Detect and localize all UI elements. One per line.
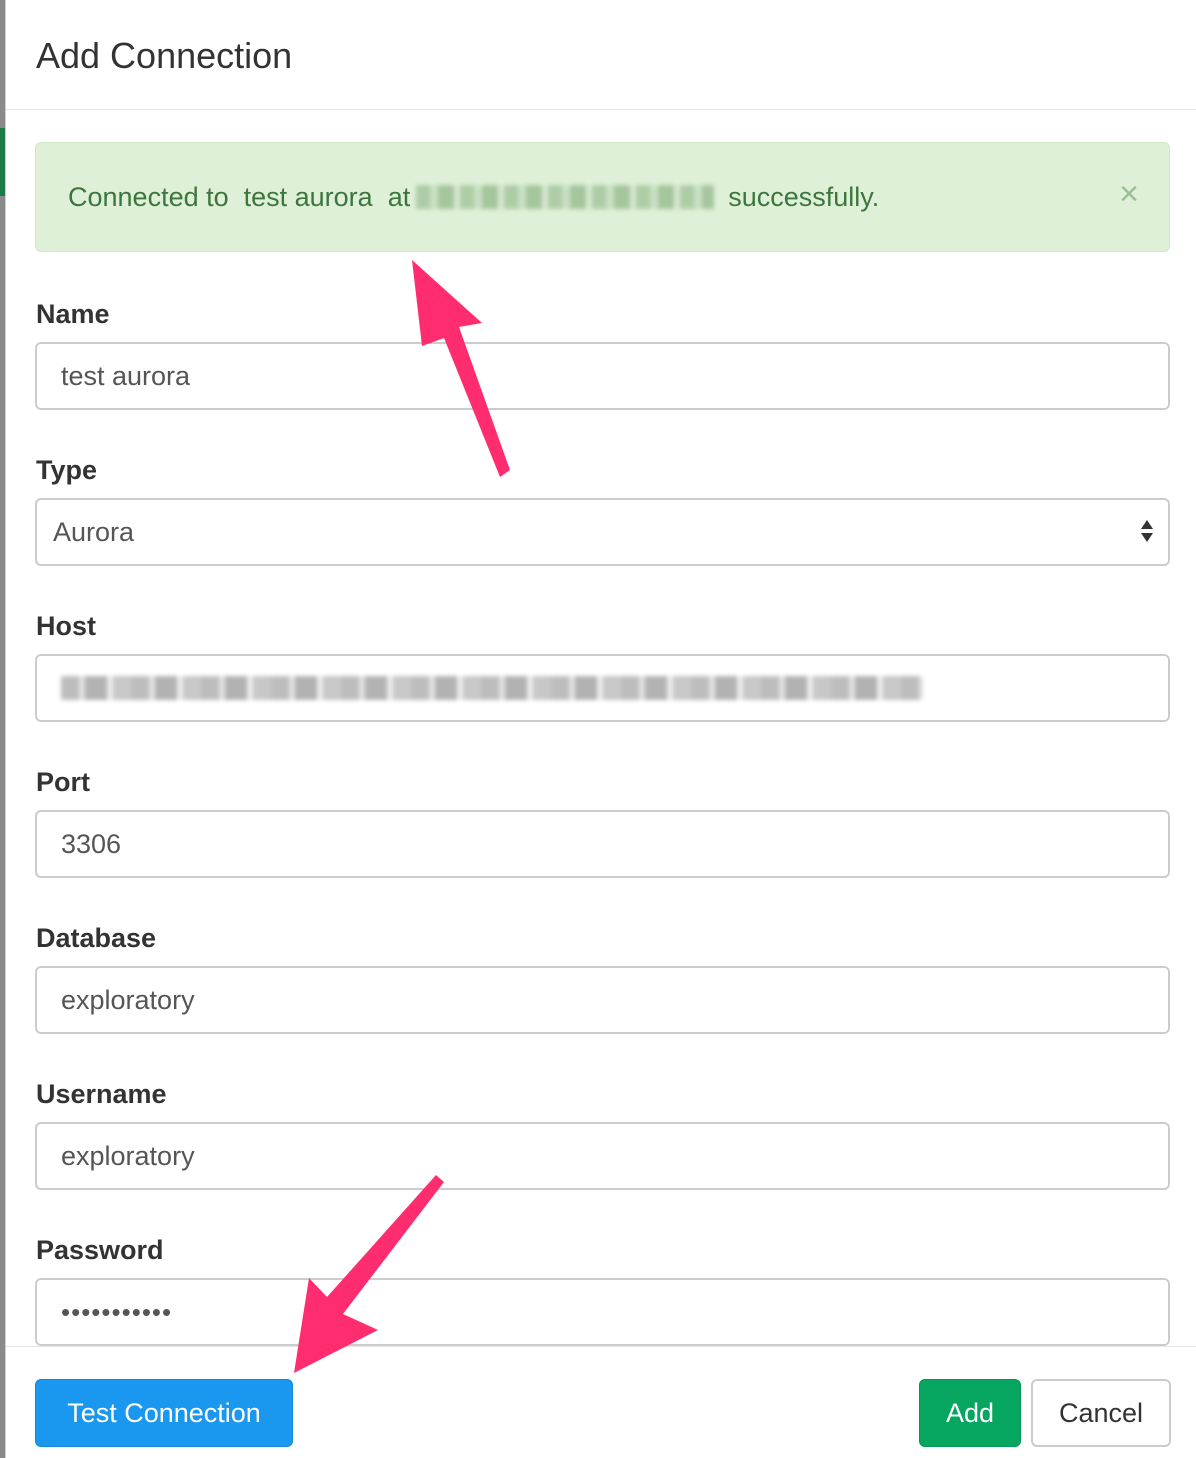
host-input[interactable] — [35, 654, 1170, 722]
type-label: Type — [36, 455, 98, 485]
dialog-body: Connected to test aurora at successfully… — [6, 110, 1196, 1346]
close-icon[interactable]: × — [1119, 177, 1139, 211]
add-connection-dialog: Add Connection Connected to test aurora … — [5, 0, 1196, 1458]
database-input[interactable]: exploratory — [35, 966, 1170, 1034]
port-label: Port — [36, 767, 90, 797]
dialog-title: Add Connection — [36, 35, 293, 76]
cancel-button[interactable]: Cancel — [1031, 1379, 1171, 1447]
host-label: Host — [36, 611, 96, 641]
host-group: Host — [35, 610, 1196, 722]
password-input[interactable]: ••••••••••• — [35, 1278, 1170, 1346]
dialog-header: Add Connection — [6, 0, 1196, 110]
database-group: Database exploratory — [35, 922, 1196, 1034]
username-group: Username exploratory — [35, 1078, 1196, 1190]
name-input[interactable]: test aurora — [35, 342, 1170, 410]
name-input-value: test aurora — [61, 360, 191, 391]
add-button[interactable]: Add — [919, 1379, 1021, 1447]
alert-message-suffix: successfully. — [728, 181, 880, 212]
alert-message-prefix: Connected to test aurora at — [68, 181, 411, 212]
type-group: Type Aurora — [35, 454, 1196, 566]
password-label: Password — [36, 1235, 164, 1265]
username-label: Username — [36, 1079, 167, 1109]
database-label: Database — [36, 923, 157, 953]
type-select-value: Aurora — [53, 516, 135, 547]
type-select[interactable]: Aurora — [35, 498, 1170, 566]
password-input-value: ••••••••••• — [61, 1296, 173, 1327]
port-group: Port 3306 — [35, 766, 1196, 878]
success-alert: Connected to test aurora at successfully… — [35, 142, 1170, 252]
name-group: Name test aurora — [35, 298, 1196, 410]
select-arrows-icon — [1141, 520, 1153, 542]
password-group: Password ••••••••••• — [35, 1234, 1196, 1346]
dialog-footer: Test Connection Add Cancel — [6, 1346, 1196, 1458]
test-connection-button[interactable]: Test Connection — [35, 1379, 293, 1447]
username-input[interactable]: exploratory — [35, 1122, 1170, 1190]
host-obscured-value — [61, 676, 923, 700]
port-input[interactable]: 3306 — [35, 810, 1170, 878]
alert-obscured-host — [416, 185, 715, 209]
port-input-value: 3306 — [61, 828, 122, 859]
username-input-value: exploratory — [61, 1140, 195, 1171]
database-input-value: exploratory — [61, 984, 195, 1015]
name-label: Name — [36, 299, 110, 329]
